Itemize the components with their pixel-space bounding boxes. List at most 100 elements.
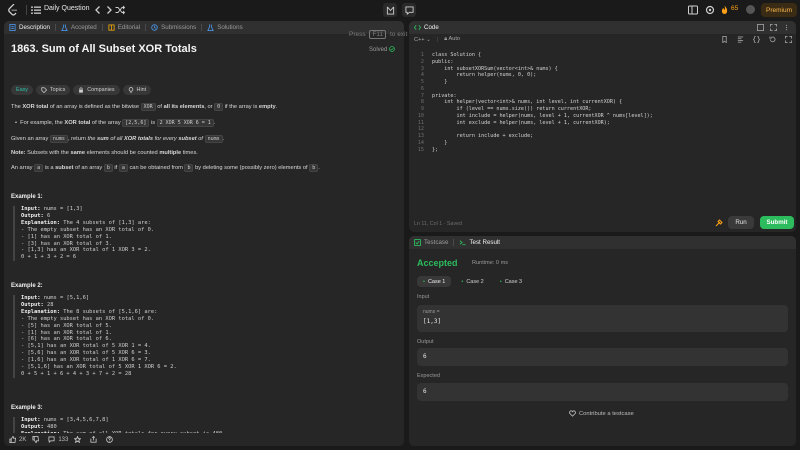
- example-title: Example 3:: [11, 405, 43, 411]
- bookmark-icon[interactable]: [721, 36, 728, 43]
- tab-label: Test Result: [469, 239, 501, 246]
- problem-title[interactable]: 1863. Sum of All Subset XOR Totals: [11, 43, 197, 55]
- comment-count: 133: [58, 436, 69, 443]
- chip-label: Companies: [87, 87, 115, 93]
- braces-icon[interactable]: [753, 36, 760, 43]
- check-circle-icon: [389, 46, 395, 52]
- code-icon: [414, 25, 421, 30]
- bullet-example: • For example, the XOR total of the arra…: [15, 119, 216, 127]
- history-icon: [151, 24, 158, 31]
- top-bar: Daily Question 65 Premium: [0, 0, 800, 20]
- code-line: 15};: [417, 146, 439, 153]
- run-button[interactable]: Run: [728, 216, 754, 229]
- comment-icon: [48, 436, 55, 443]
- example-title: Example 2:: [11, 283, 43, 289]
- editor-status: Ln 11, Col 1 · Saved: [414, 221, 462, 227]
- autocomplete-toggle[interactable]: 🔒︎ Auto: [444, 36, 460, 43]
- like-count: 2K: [19, 436, 27, 443]
- code-editor[interactable]: 1 class Solution { 2 public: 3 int subsetX…: [409, 52, 796, 153]
- contribute-label: Contribute a testcase: [579, 410, 634, 417]
- tab-submissions[interactable]: Submissions: [146, 21, 201, 34]
- code-line: 6: [420, 85, 424, 92]
- tab-test-result[interactable]: Test Result: [454, 236, 505, 249]
- companies-chip[interactable]: Companies: [73, 85, 120, 95]
- code-line: 2 public:: [420, 58, 454, 65]
- example-block: Input: nums = [1,3] Output: 6 Explanatio…: [13, 206, 399, 262]
- language-select[interactable]: C++ ⌄: [414, 37, 431, 43]
- code-line: 11 int exclude = helper(nums, level + 1,…: [417, 119, 610, 126]
- tab-label: Solutions: [217, 24, 243, 31]
- tab-label: Submissions: [161, 24, 197, 31]
- hint-text: Press: [349, 31, 366, 38]
- flask-icon: [207, 24, 215, 31]
- prev-question-icon[interactable]: [93, 5, 103, 15]
- case-label: Case 1: [427, 278, 446, 285]
- language-label: C++: [414, 36, 425, 43]
- next-question-icon[interactable]: [104, 5, 114, 15]
- streak-count[interactable]: 65: [731, 5, 738, 12]
- editor-tool-icon[interactable]: [715, 219, 723, 227]
- case-tab-1[interactable]: • Case 1: [417, 276, 452, 287]
- tab-label: Editorial: [117, 24, 141, 31]
- example-block: Input: nums = [5,1,6] Output: 28 Explana…: [13, 295, 399, 378]
- maximize-icon[interactable]: [757, 24, 764, 31]
- chip-label: Hint: [136, 87, 147, 93]
- code-line: 9 if (level == nums.size()) return curre…: [420, 106, 592, 112]
- share-icon[interactable]: [90, 436, 97, 443]
- hint-key: F11: [369, 30, 387, 39]
- tab-accepted[interactable]: Accepted: [56, 21, 102, 34]
- format-code-icon[interactable]: [737, 36, 744, 43]
- contribute-testcase-link[interactable]: Contribute a testcase: [569, 410, 634, 417]
- shuffle-icon[interactable]: [115, 5, 125, 15]
- case-tab-3[interactable]: • Case 3: [494, 276, 528, 287]
- tab-solutions[interactable]: Solutions: [202, 21, 247, 34]
- book-icon: [108, 24, 115, 31]
- avatar[interactable]: [746, 5, 755, 14]
- tab-code[interactable]: Code: [409, 21, 444, 34]
- expected-value: 6: [417, 383, 788, 401]
- thumbs-down-icon[interactable]: [32, 436, 40, 443]
- problem-tags: Easy Topics Companies Hint: [11, 85, 152, 95]
- streak-flame-icon[interactable]: [721, 5, 728, 15]
- input-label: Input: [417, 294, 430, 300]
- code-line: 14 }: [417, 139, 448, 146]
- settings-gear-icon[interactable]: [705, 5, 715, 15]
- tab-description[interactable]: Description: [4, 21, 55, 34]
- left-footer: 2K 133: [4, 433, 404, 446]
- problem-list-title[interactable]: Daily Question: [44, 5, 90, 12]
- hint-chip[interactable]: Hint: [122, 85, 152, 95]
- topics-chip[interactable]: Topics: [35, 85, 71, 95]
- description-panel: Description Accepted Editorial Submissio…: [4, 21, 404, 446]
- fullscreen-icon[interactable]: [785, 36, 792, 43]
- like-button[interactable]: 2K: [9, 436, 26, 443]
- more-icon[interactable]: [783, 24, 790, 31]
- tab-editorial[interactable]: Editorial: [103, 21, 145, 34]
- leetcode-logo-icon[interactable]: [8, 4, 18, 16]
- auto-label: Auto: [448, 36, 461, 42]
- case-tab-2[interactable]: • Case 2: [455, 276, 489, 287]
- solved-label: Solved: [369, 47, 388, 53]
- tab-label: Accepted: [70, 24, 97, 31]
- layout-icon[interactable]: [688, 5, 698, 15]
- problem-list-icon[interactable]: [31, 5, 41, 15]
- notes-button[interactable]: [402, 3, 416, 17]
- star-icon[interactable]: [74, 436, 82, 443]
- premium-button[interactable]: Premium: [761, 3, 797, 17]
- debug-button[interactable]: [383, 3, 397, 17]
- code-line: 10 int include = helper(nums, level + 1,…: [417, 112, 653, 119]
- tab-testcase[interactable]: Testcase: [409, 236, 453, 249]
- input-box: nums = [1,3]: [417, 305, 788, 332]
- code-panel: Code C++ ⌄ | 🔒︎ Auto 1 class Solution { 2…: [409, 21, 796, 232]
- help-icon[interactable]: [106, 436, 114, 443]
- thumbs-up-icon: [9, 436, 16, 443]
- tag-icon: [41, 87, 47, 93]
- comments-button[interactable]: 133: [48, 436, 68, 443]
- expand-icon[interactable]: [770, 24, 777, 31]
- case-tabs: • Case 1 • Case 2 • Case 3: [417, 276, 528, 287]
- bug-icon: [386, 6, 394, 15]
- submit-button[interactable]: Submit: [760, 216, 794, 229]
- reset-icon[interactable]: [769, 36, 776, 43]
- output-value: 6: [417, 348, 788, 366]
- expected-label: Expected: [417, 373, 440, 379]
- tab-label: Testcase: [424, 239, 449, 246]
